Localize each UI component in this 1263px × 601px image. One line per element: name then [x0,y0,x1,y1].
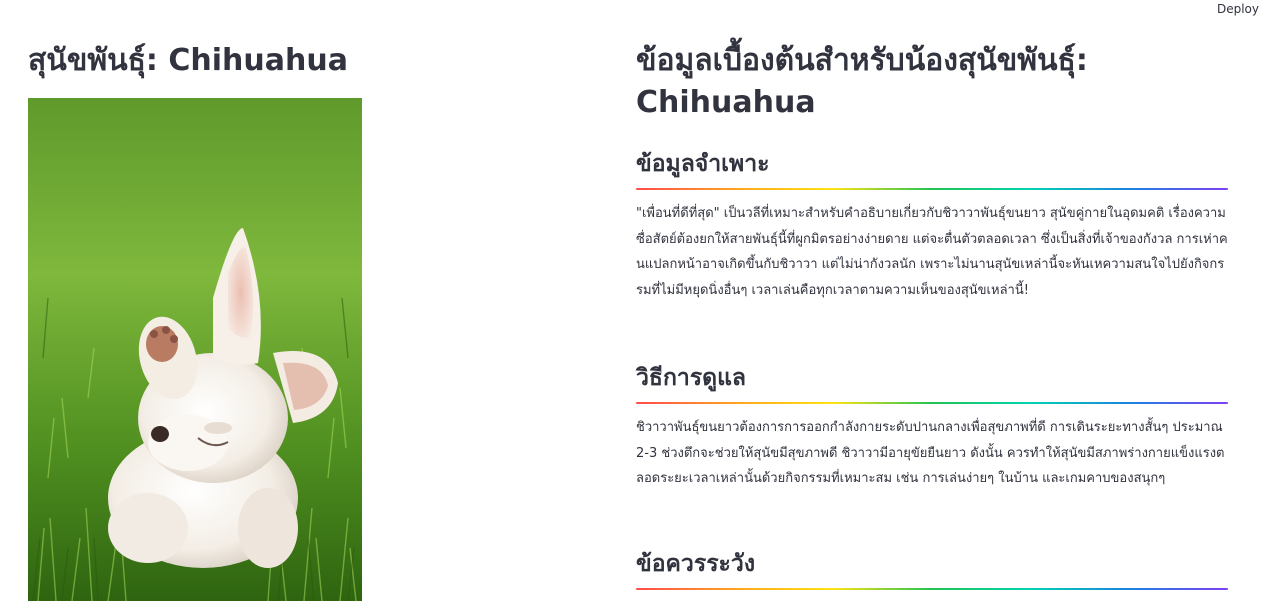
right-column: ข้อมูลเบื้องต้นสำหรับน้องสุนัขพันธุ์: Ch… [636,40,1228,590]
section-text-care: ชิวาวาพันธุ์ขนยาวต้องการการออกกำลังกายระ… [636,420,1225,486]
section-specifics: ข้อมูลจำเพาะ "เพื่อนที่ดีที่สุด" เป็นวลี… [636,147,1228,303]
section-header-care: วิธีการดูแล [636,365,747,391]
deploy-button[interactable]: Deploy [1210,0,1263,18]
section-care: วิธีการดูแล ชิวาวาพันธุ์ขนยาวต้องการการอ… [636,361,1228,492]
section-header-caution: ข้อควรระวัง [636,551,756,577]
section-text-specifics: "เพื่อนที่ดีที่สุด" เป็นวลีที่เหมาะสำหรั… [636,206,1228,298]
dog-photo [28,98,362,601]
section-header-specifics: ข้อมูลจำเพาะ [636,151,770,177]
rainbow-divider [636,588,1228,590]
rainbow-divider [636,402,1228,404]
info-title: ข้อมูลเบื้องต้นสำหรับน้องสุนัขพันธุ์: Ch… [636,43,1088,120]
breed-title: สุนัขพันธุ์: Chihuahua [28,43,348,78]
rainbow-divider [636,188,1228,190]
section-caution: ข้อควรระวัง [636,547,1228,590]
left-column: สุนัขพันธุ์: Chihuahua [28,40,428,601]
